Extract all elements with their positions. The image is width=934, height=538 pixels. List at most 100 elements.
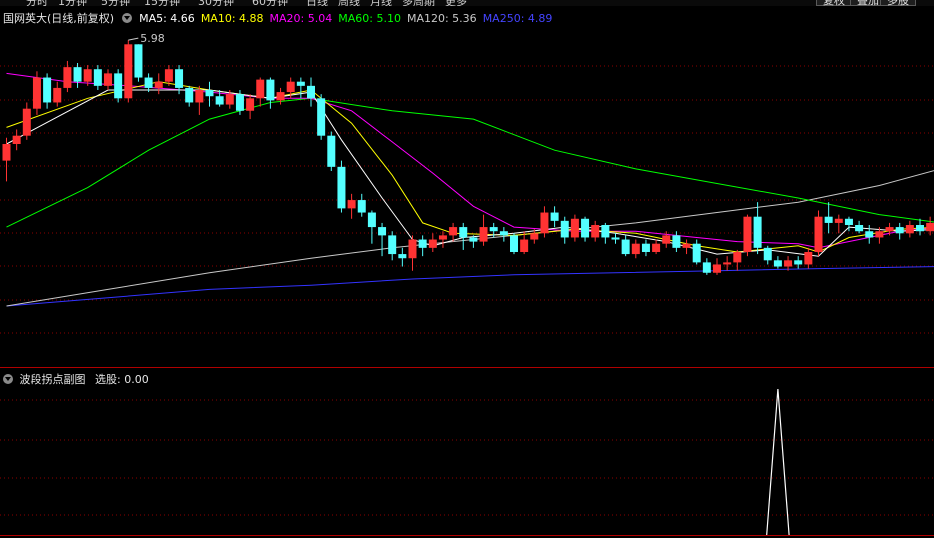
candle-up [570,218,579,238]
candle-down [510,235,518,252]
high-marker [128,37,139,41]
toolbar-button[interactable]: 多股 [880,0,916,6]
candle-up [540,212,549,234]
high-label: 5.98 [140,32,165,45]
candle-down [855,225,864,232]
candle-up [276,92,285,101]
candle-down [367,212,376,228]
candle-up [22,108,31,136]
candle-down [489,227,498,232]
toolbar-item[interactable]: 1分钟 [58,0,87,6]
toolbar-item[interactable]: 周线 [338,0,360,6]
candle-up [926,222,934,232]
candle-down [388,235,397,255]
candle-up [408,239,417,259]
ma-legend-item: MA10: 4.88 [200,12,264,25]
candle-up [875,231,884,238]
candle-up [479,227,488,242]
candle-up [246,98,255,111]
ma-legend-item: MA60: 5.10 [338,12,401,25]
candle-up [286,81,295,93]
candle-up [905,225,914,234]
toolbar-item[interactable]: 15分钟 [144,0,180,6]
toolbar-item[interactable]: 日线 [306,0,328,6]
candle-up [225,94,234,105]
toolbar-item[interactable]: 多周期 [402,0,435,6]
candle-down [895,227,904,234]
annotations: 5.98 [128,32,165,45]
ma-legend-item: MA250: 4.89 [482,12,553,25]
ma250-line [6,266,934,307]
candle-down [601,225,610,238]
candle-up [63,67,72,88]
candle-down [672,235,681,248]
candle-down [215,96,224,105]
ma-legend-item: MA20: 5.04 [269,12,333,25]
grid-lines [0,65,934,536]
candle-up [743,216,752,252]
toolbar-item[interactable]: 分时 [26,0,48,6]
candle-down [692,243,701,263]
toolbar-item[interactable]: 更多 [445,0,467,6]
candle-up [682,243,691,248]
main-legend: 国网英大(日线,前复权) MA5: 4.66 MA10: 4.88 MA20: 5.… [3,10,558,26]
ma10-line [6,81,934,253]
candle-up [814,216,823,252]
candle-up [2,144,11,161]
candle-up [723,262,732,265]
indicator-menu-icon[interactable] [121,13,132,23]
candle-up [154,81,163,88]
candle-down [459,227,468,238]
ma20-line [6,72,934,249]
candle-up [662,235,671,244]
candle-down [43,77,52,103]
candle-down [621,239,630,255]
toolbar-item[interactable]: 60分钟 [252,0,288,6]
sub-title: 波段拐点副图 [19,373,86,386]
candle-down [327,135,336,167]
candle-up [12,135,21,144]
sub-indicator-menu-icon[interactable] [3,374,13,384]
toolbar-item[interactable]: 5分钟 [101,0,130,6]
candle-up [834,218,843,223]
toolbar-item[interactable]: 30分钟 [198,0,234,6]
candle-down [499,231,508,236]
candle-up [784,260,793,267]
candle-up [124,44,133,99]
sub-value: 选股: 0.00 [95,373,149,386]
candle-up [804,252,813,265]
candle-down [763,247,772,261]
candle-up [347,200,356,209]
ma5-line [6,89,934,257]
toolbar-button[interactable]: 复权 [816,0,852,6]
toolbar-item[interactable]: 月线 [370,0,392,6]
candle-down [205,90,214,97]
candle-up [32,77,41,109]
candle-down [73,67,82,82]
candle-up [631,243,640,255]
candle-down [266,79,275,101]
candle-up [713,264,721,273]
ma60-line [6,97,934,228]
candle-down [916,225,924,232]
period-toolbar: 分时1分钟5分钟15分钟30分钟60分钟日线周线月线多周期更多复权叠加多股 [0,0,934,6]
candle-up [438,235,447,240]
candle-up [256,79,265,99]
candle-down [794,260,803,265]
candle-down [418,239,427,248]
candle-down [93,69,102,86]
kline-chart[interactable]: 5.98 [0,0,934,538]
ma-legend-item: MA5: 4.66 [139,12,195,25]
candle-up [652,243,661,252]
candle-down [357,200,366,213]
candle-down [773,260,782,267]
ma120-line [6,170,934,307]
candle-up [104,73,112,86]
candle-up [53,87,62,103]
candle-down [307,85,315,99]
sub-legend: 波段拐点副图 选股: 0.00 [3,371,155,387]
main-title: 国网英大(日线,前复权) [3,12,115,25]
candle-down [134,44,143,78]
candle-down [337,166,346,209]
candle-down [398,254,407,259]
